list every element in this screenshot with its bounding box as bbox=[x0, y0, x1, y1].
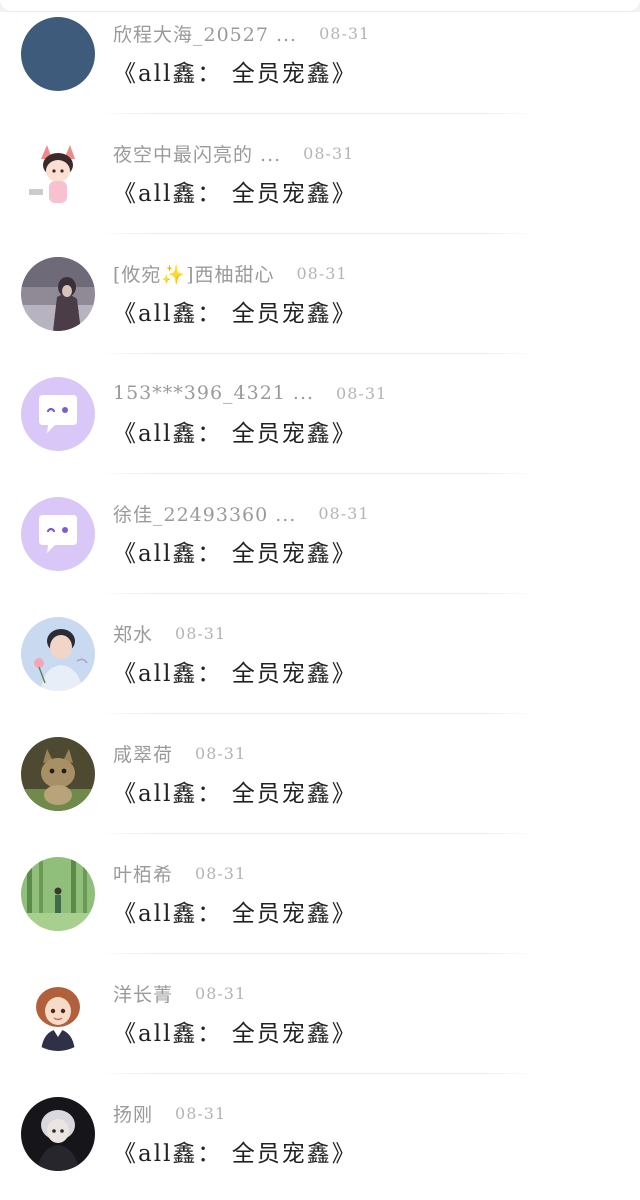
divider bbox=[98, 353, 538, 354]
message-list-item[interactable]: 扬刚 08-31 《all鑫： 全员宠鑫》 bbox=[0, 1080, 640, 1200]
message-date: 08-31 bbox=[195, 863, 247, 883]
avatar[interactable] bbox=[21, 377, 95, 451]
divider bbox=[98, 473, 538, 474]
message-date: 08-31 bbox=[336, 383, 388, 403]
username[interactable]: 徐佳_22493360 ... bbox=[113, 500, 296, 527]
message-meta: 郑水 08-31 bbox=[113, 620, 226, 646]
message-meta: 夜空中最闪亮的 ... 08-31 bbox=[113, 140, 354, 166]
message-date: 08-31 bbox=[195, 743, 247, 763]
chat-bubble-icon bbox=[21, 377, 95, 451]
username[interactable]: 叶栢希 bbox=[113, 860, 173, 887]
message-date: 08-31 bbox=[303, 143, 355, 163]
avatar[interactable] bbox=[21, 857, 95, 931]
message-text: 《all鑫： 全员宠鑫》 bbox=[113, 421, 357, 447]
divider bbox=[98, 593, 538, 594]
avatar-person-in-green-forest-image bbox=[21, 857, 95, 931]
avatar-anime-silver-hair-dark-image bbox=[21, 1097, 95, 1171]
message-text: 《all鑫： 全员宠鑫》 bbox=[113, 301, 357, 327]
message-text: 《all鑫： 全员宠鑫》 bbox=[113, 1141, 357, 1167]
username[interactable]: 欣程大海_20527 ... bbox=[113, 20, 297, 47]
message-text: 《all鑫： 全员宠鑫》 bbox=[113, 1021, 357, 1047]
username[interactable]: 扬刚 bbox=[113, 1100, 153, 1127]
avatar[interactable] bbox=[21, 977, 95, 1051]
avatar-kitten-photo-image bbox=[21, 737, 95, 811]
username[interactable]: 郑水 bbox=[113, 620, 153, 647]
message-meta: [攸宛✨]西柚甜心 08-31 bbox=[113, 260, 348, 286]
message-text: 《all鑫： 全员宠鑫》 bbox=[113, 781, 357, 807]
message-meta: 扬刚 08-31 bbox=[113, 1100, 226, 1126]
username[interactable]: 夜空中最闪亮的 ... bbox=[113, 140, 281, 167]
chat-bubble-icon bbox=[21, 497, 95, 571]
avatar-anime-boy-fox-ears-image bbox=[21, 137, 95, 211]
message-date: 08-31 bbox=[175, 1103, 227, 1123]
message-list-item[interactable]: 郑水 08-31 《all鑫： 全员宠鑫》 bbox=[0, 600, 640, 720]
username[interactable]: [攸宛✨]西柚甜心 bbox=[113, 260, 274, 287]
message-meta: 153***396_4321 ... 08-31 bbox=[113, 380, 387, 406]
message-date: 08-31 bbox=[319, 23, 371, 43]
message-list-item[interactable]: 咸翠荷 08-31 《all鑫： 全员宠鑫》 bbox=[0, 720, 640, 840]
message-meta: 欣程大海_20527 ... 08-31 bbox=[113, 20, 370, 46]
avatar-young-man-with-flower-image bbox=[21, 617, 95, 691]
message-list-item[interactable]: 洋长菁 08-31 《all鑫： 全员宠鑫》 bbox=[0, 960, 640, 1080]
avatar[interactable] bbox=[21, 617, 95, 691]
divider bbox=[98, 833, 538, 834]
divider bbox=[98, 1073, 538, 1074]
avatar[interactable] bbox=[21, 497, 95, 571]
divider bbox=[98, 113, 538, 114]
divider bbox=[98, 233, 538, 234]
message-list-item[interactable]: 徐佳_22493360 ... 08-31 《all鑫： 全员宠鑫》 bbox=[0, 480, 640, 600]
message-meta: 洋长菁 08-31 bbox=[113, 980, 246, 1006]
message-meta: 徐佳_22493360 ... 08-31 bbox=[113, 500, 370, 526]
message-date: 08-31 bbox=[318, 503, 370, 523]
message-list-item[interactable]: 欣程大海_20527 ... 08-31 《all鑫： 全员宠鑫》 bbox=[0, 0, 640, 120]
message-list-item[interactable]: 153***396_4321 ... 08-31 《all鑫： 全员宠鑫》 bbox=[0, 360, 640, 480]
divider bbox=[98, 713, 538, 714]
avatar[interactable] bbox=[21, 1097, 95, 1171]
message-text: 《all鑫： 全员宠鑫》 bbox=[113, 661, 357, 687]
message-date: 08-31 bbox=[296, 263, 348, 283]
avatar[interactable] bbox=[21, 737, 95, 811]
avatar[interactable] bbox=[21, 137, 95, 211]
message-list-item[interactable]: 叶栢希 08-31 《all鑫： 全员宠鑫》 bbox=[0, 840, 640, 960]
message-date: 08-31 bbox=[175, 623, 227, 643]
avatar[interactable] bbox=[21, 17, 95, 91]
avatar-girl-in-forest-image bbox=[21, 257, 95, 331]
avatar-doll-girl-auburn-hair-image bbox=[21, 977, 95, 1051]
avatar-dark-blue-solid-image bbox=[21, 17, 95, 91]
username[interactable]: 153***396_4321 ... bbox=[113, 382, 314, 404]
message-text: 《all鑫： 全员宠鑫》 bbox=[113, 61, 357, 87]
message-text: 《all鑫： 全员宠鑫》 bbox=[113, 541, 357, 567]
username[interactable]: 洋长菁 bbox=[113, 980, 173, 1007]
message-list-item[interactable]: 夜空中最闪亮的 ... 08-31 《all鑫： 全员宠鑫》 bbox=[0, 120, 640, 240]
message-meta: 咸翠荷 08-31 bbox=[113, 740, 246, 766]
message-text: 《all鑫： 全员宠鑫》 bbox=[113, 181, 357, 207]
message-meta: 叶栢希 08-31 bbox=[113, 860, 246, 886]
message-date: 08-31 bbox=[195, 983, 247, 1003]
message-text: 《all鑫： 全员宠鑫》 bbox=[113, 901, 357, 927]
message-list-item[interactable]: [攸宛✨]西柚甜心 08-31 《all鑫： 全员宠鑫》 bbox=[0, 240, 640, 360]
username[interactable]: 咸翠荷 bbox=[113, 740, 173, 767]
avatar[interactable] bbox=[21, 257, 95, 331]
divider bbox=[98, 953, 538, 954]
